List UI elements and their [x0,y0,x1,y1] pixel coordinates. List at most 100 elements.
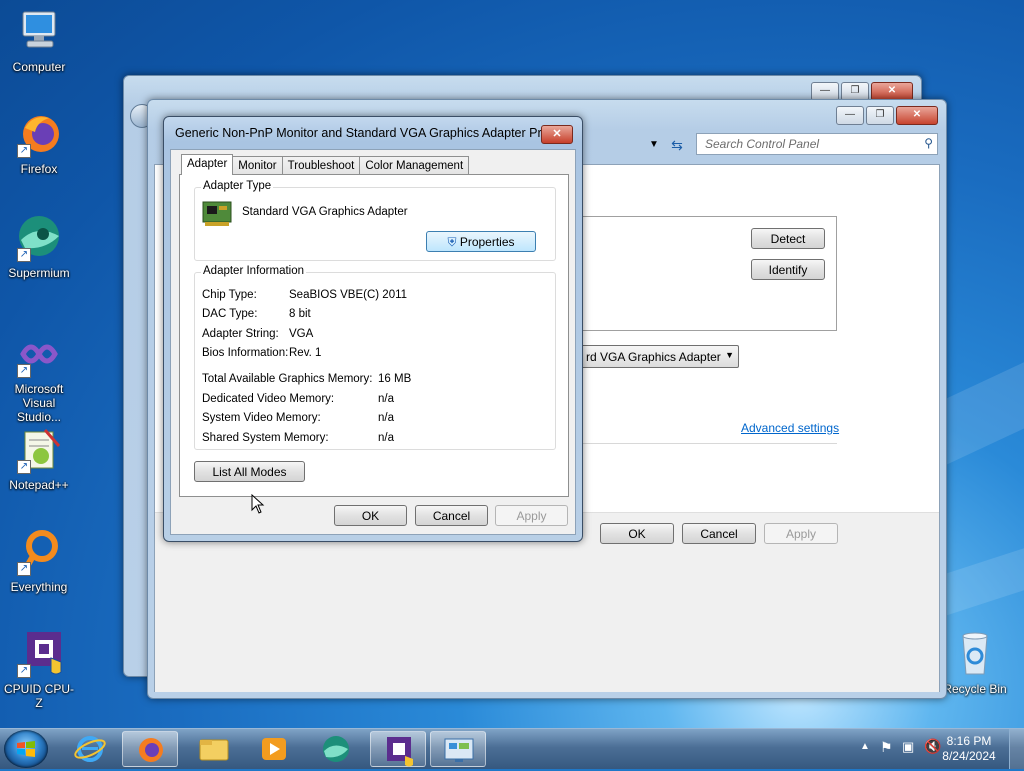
desktop-icon-label: Computer [12,60,66,74]
adapter-type-group: Adapter Type Standard VGA Graphics Adapt… [194,180,556,261]
shortcut-arrow-icon: ↗ [17,460,31,474]
group-legend: Adapter Information [201,265,307,277]
tab-troubleshoot[interactable]: Troubleshoot [281,156,361,175]
firefox-icon [139,738,163,762]
adapter-name: Standard VGA Graphics Adapter [242,206,408,218]
desktop-icon-label: Recycle Bin [943,682,1007,696]
memory-value: n/a [378,393,394,405]
desktop-icon-recycle-bin[interactable]: Recycle Bin [937,630,1013,696]
memory-label: Shared System Memory: [202,432,329,444]
explorer-icon [199,739,229,761]
desktop-icon-everything[interactable]: ↗ Everything [1,528,77,594]
recycle-bin-icon [962,632,988,675]
taskbar: ▲ ⚑ ▣ 🔇 8:16 PM 8/24/2024 [0,728,1024,769]
taskbar-display-settings[interactable] [430,731,486,767]
start-button[interactable] [4,730,48,768]
divider [581,443,837,444]
tab-monitor[interactable]: Monitor [232,156,283,175]
cp-ok-button[interactable]: OK [600,523,674,544]
show-hidden-icons-icon[interactable]: ▲ [860,741,870,752]
desktop-icon-cpuz[interactable]: ↗ CPUID CPU-Z [1,630,77,710]
shortcut-arrow-icon: ↗ [17,144,31,158]
info-value: VGA [289,328,314,340]
dialog-cancel-button[interactable]: Cancel [415,505,488,526]
tab-color-management[interactable]: Color Management [359,156,470,175]
memory-label: Dedicated Video Memory: [202,393,335,405]
shield-icon: ⛨ [447,235,457,249]
info-value: 8 bit [289,308,311,320]
info-value: SeaBIOS VBE(C) 2011 [289,289,408,301]
desktop-icon-notepadpp[interactable]: ↗ Notepad++ [1,426,77,492]
identify-button[interactable]: Identify [751,259,825,280]
adapter-tab-page: Adapter Type Standard VGA Graphics Adapt… [179,174,569,497]
desktop-icon-label: Everything [10,580,68,594]
display-select[interactable]: rd VGA Graphics Adapter ▼ [581,345,739,368]
tab-strip: Adapter Monitor Troubleshoot Color Manag… [181,154,470,175]
clock[interactable]: 8:16 PM 8/24/2024 [938,734,1000,764]
dialog-body: Adapter Monitor Troubleshoot Color Manag… [170,149,576,535]
desktop-icon-label: Notepad++ [9,478,69,492]
info-label: Adapter String: [202,328,279,340]
search-input[interactable]: Search Control Panel ⚲ [696,133,938,155]
tab-adapter[interactable]: Adapter [181,154,234,175]
shortcut-arrow-icon: ↗ [17,248,31,262]
display-settings-icon [444,738,474,762]
shortcut-arrow-icon: ↗ [17,562,31,576]
taskbar-supermium[interactable] [308,731,364,767]
adapter-properties-dialog: Generic Non-PnP Monitor and Standard VGA… [163,116,583,542]
graphics-card-icon [202,201,232,226]
clock-time: 8:16 PM [946,734,992,748]
memory-value: n/a [378,432,394,444]
chevron-down-icon: ▼ [725,350,734,360]
taskbar-media-player[interactable] [246,731,302,767]
desktop-icon-label: Firefox [20,162,58,176]
desktop-icon-label: Supermium [8,266,70,280]
shortcut-arrow-icon: ↗ [17,664,31,678]
taskbar-firefox[interactable] [122,731,178,767]
info-label: Bios Information: [202,347,289,359]
dialog-title: Generic Non-PnP Monitor and Standard VGA… [175,126,560,140]
desktop-icon-visual-studio[interactable]: ↗ Microsoft Visual Studio... [1,330,77,424]
action-center-flag-icon[interactable]: ⚑ [880,739,893,756]
minimize-icon[interactable]: — [836,106,864,125]
show-desktop-button[interactable] [1009,729,1024,769]
shortcut-arrow-icon: ↗ [17,364,31,378]
supermium-icon [323,736,349,762]
desktop-icon-supermium[interactable]: ↗ Supermium [1,214,77,280]
network-icon[interactable]: ▣ [902,739,914,755]
advanced-settings-link[interactable]: Advanced settings [741,421,839,435]
properties-button[interactable]: ⛨ Properties [426,231,536,252]
taskbar-cpuz[interactable] [370,731,426,767]
maximize-icon[interactable]: ❐ [866,106,894,125]
media-player-icon [262,738,286,760]
info-label: DAC Type: [202,308,258,320]
desktop-icon-firefox[interactable]: ↗ Firefox [1,110,77,176]
adapter-info-group: Adapter Information Chip Type: SeaBIOS V… [194,265,556,450]
address-dropdown-arrow-icon[interactable]: ▼ [649,139,659,150]
close-icon[interactable]: ✕ [896,106,938,125]
taskbar-explorer[interactable] [186,731,242,767]
group-legend: Adapter Type [201,180,274,192]
close-icon[interactable]: ✕ [541,125,573,144]
mouse-cursor-icon [251,494,265,514]
desktop-icon-computer[interactable]: Computer [1,8,77,74]
search-placeholder: Search Control Panel [705,137,820,151]
list-all-modes-button[interactable]: List All Modes [194,461,305,482]
memory-label: System Video Memory: [202,412,321,424]
search-icon: ⚲ [924,136,933,150]
cpuz-icon [387,737,413,767]
memory-label: Total Available Graphics Memory: [202,373,373,385]
dialog-ok-button[interactable]: OK [334,505,407,526]
clock-date: 8/24/2024 [942,749,996,763]
dialog-apply-button[interactable]: Apply [495,505,568,526]
refresh-icon[interactable]: ⇆ [667,135,687,155]
taskbar-ie[interactable] [62,731,118,767]
desktop-icon-label: Microsoft Visual Studio... [14,382,64,424]
memory-value: 16 MB [378,373,412,385]
desktop-icon-label: CPUID CPU-Z [3,682,74,710]
detect-button[interactable]: Detect [751,228,825,249]
desktop: Computer ↗ Firefox ↗ Supermium ↗ Microso… [0,0,1024,728]
cp-apply-button[interactable]: Apply [764,523,838,544]
cp-cancel-button[interactable]: Cancel [682,523,756,544]
memory-value: n/a [378,412,394,424]
